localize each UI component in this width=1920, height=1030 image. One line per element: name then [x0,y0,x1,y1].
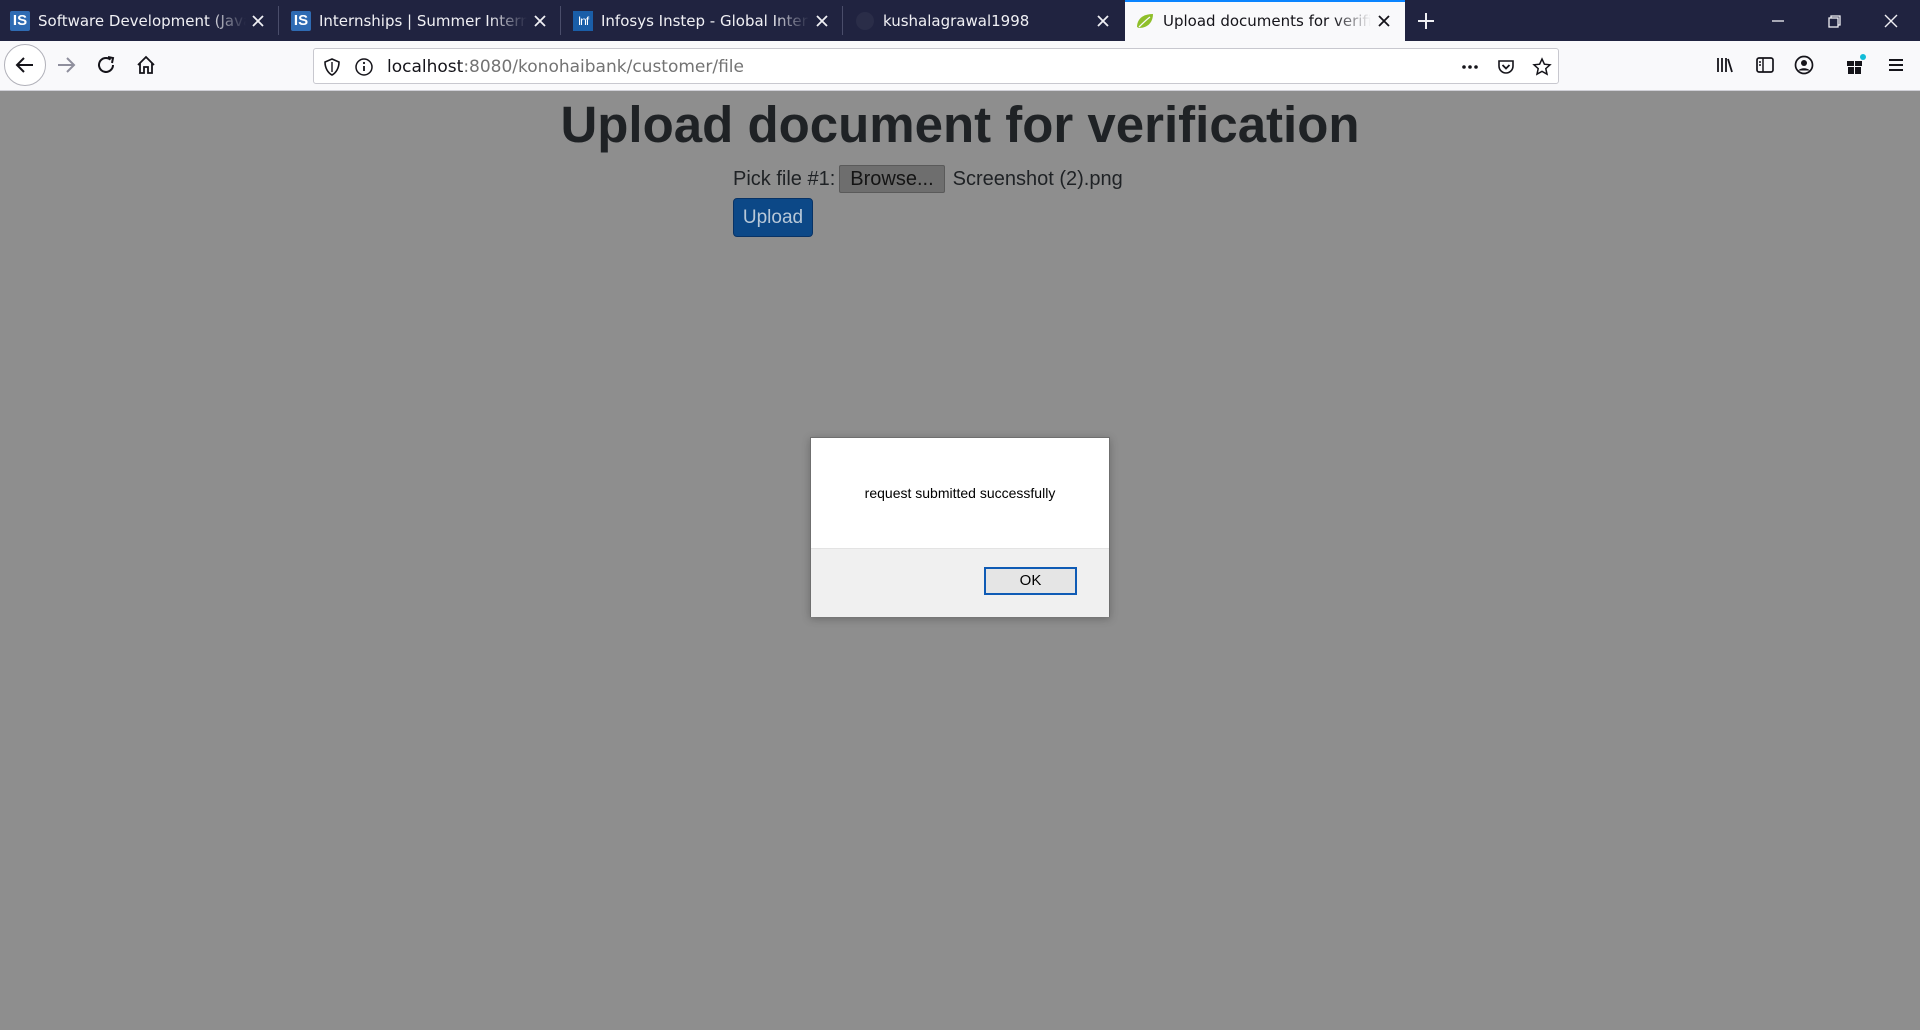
tab-title: Internships | Summer Internship [319,12,527,30]
library-icon [1717,58,1733,73]
bookmark-star-icon[interactable] [1532,57,1552,77]
hamburger-menu-icon [1889,59,1903,71]
tab-github-profile[interactable]: kushalagrawal1998 [845,0,1124,41]
close-icon[interactable] [813,12,831,30]
library-button[interactable] [1707,47,1743,83]
tab-upload-documents[interactable]: Upload documents for verificat [1125,0,1405,41]
reload-icon [98,56,115,73]
pocket-icon[interactable] [1496,57,1516,77]
selected-file-name: Screenshot (2).png [952,167,1123,190]
home-button[interactable] [128,47,164,83]
github-icon [856,12,874,30]
tab-separator [560,6,561,35]
window-close-icon[interactable] [1878,8,1904,34]
info-icon[interactable] [354,57,374,77]
tab-title: kushalagrawal1998 [883,12,1030,30]
account-button[interactable] [1786,47,1822,83]
close-icon[interactable] [1094,12,1112,30]
address-bar[interactable]: localhost:8080/konohaibank/customer/file [313,48,1559,84]
file-picker-label: Pick file #1: [733,167,836,190]
new-tab-plus-icon[interactable] [1414,9,1438,33]
url-path: :8080/konohaibank/customer/file [463,57,744,77]
tab-title: Infosys Instep - Global Internsh [601,12,809,30]
is-logo-icon: IS [10,11,30,31]
tab-strip: IS Software Development (Java) w IS Inte… [0,0,1920,41]
file-picker-row: Pick file #1: Browse... Screenshot (2).p… [733,165,1123,193]
tab-infosys-instep[interactable]: Inf Infosys Instep - Global Internsh [563,0,843,41]
extensions-icon [1847,54,1866,74]
home-icon [137,55,155,74]
page-title: Upload document for verification [560,96,1360,153]
url-host: localhost [387,57,464,77]
forward-button[interactable] [48,47,84,83]
browse-button[interactable]: Browse... [839,165,945,193]
tab-software-development[interactable]: IS Software Development (Java) w [0,0,279,41]
back-button[interactable] [4,44,46,86]
ok-button[interactable]: OK [984,567,1077,595]
infosys-icon: Inf [573,11,593,31]
is-logo-icon: IS [291,11,311,31]
close-icon[interactable] [1375,12,1393,30]
sidebar-icon [1756,57,1774,73]
tab-title: Upload documents for verificat [1163,12,1371,30]
page-content: Upload document for verification Pick fi… [0,92,1920,1030]
account-icon [1794,55,1814,75]
alert-message: request submitted successfully [864,485,1056,501]
extensions-button[interactable] [1838,47,1874,83]
shield-icon[interactable] [322,57,342,77]
tab-title: Software Development (Java) w [38,12,246,30]
tab-internships[interactable]: IS Internships | Summer Internship [281,0,561,41]
forward-arrow-icon [58,57,76,73]
tab-separator [842,6,843,35]
tab-separator [278,6,279,35]
minimize-icon[interactable] [1765,8,1791,34]
upload-button[interactable]: Upload [733,198,813,237]
spring-leaf-icon [1137,14,1153,28]
close-icon[interactable] [531,12,549,30]
restore-icon[interactable] [1821,8,1847,34]
reload-button[interactable] [88,47,124,83]
navigation-toolbar: localhost:8080/konohaibank/customer/file [0,41,1920,91]
alert-footer: OK [811,548,1109,617]
sidebar-button[interactable] [1747,47,1783,83]
alert-dialog: request submitted successfully OK [810,437,1110,617]
url-text: localhost:8080/konohaibank/customer/file [387,57,744,77]
back-arrow-icon [15,57,33,73]
close-icon[interactable] [249,12,267,30]
page-actions-icon[interactable] [1460,57,1480,77]
menu-button[interactable] [1878,47,1914,83]
